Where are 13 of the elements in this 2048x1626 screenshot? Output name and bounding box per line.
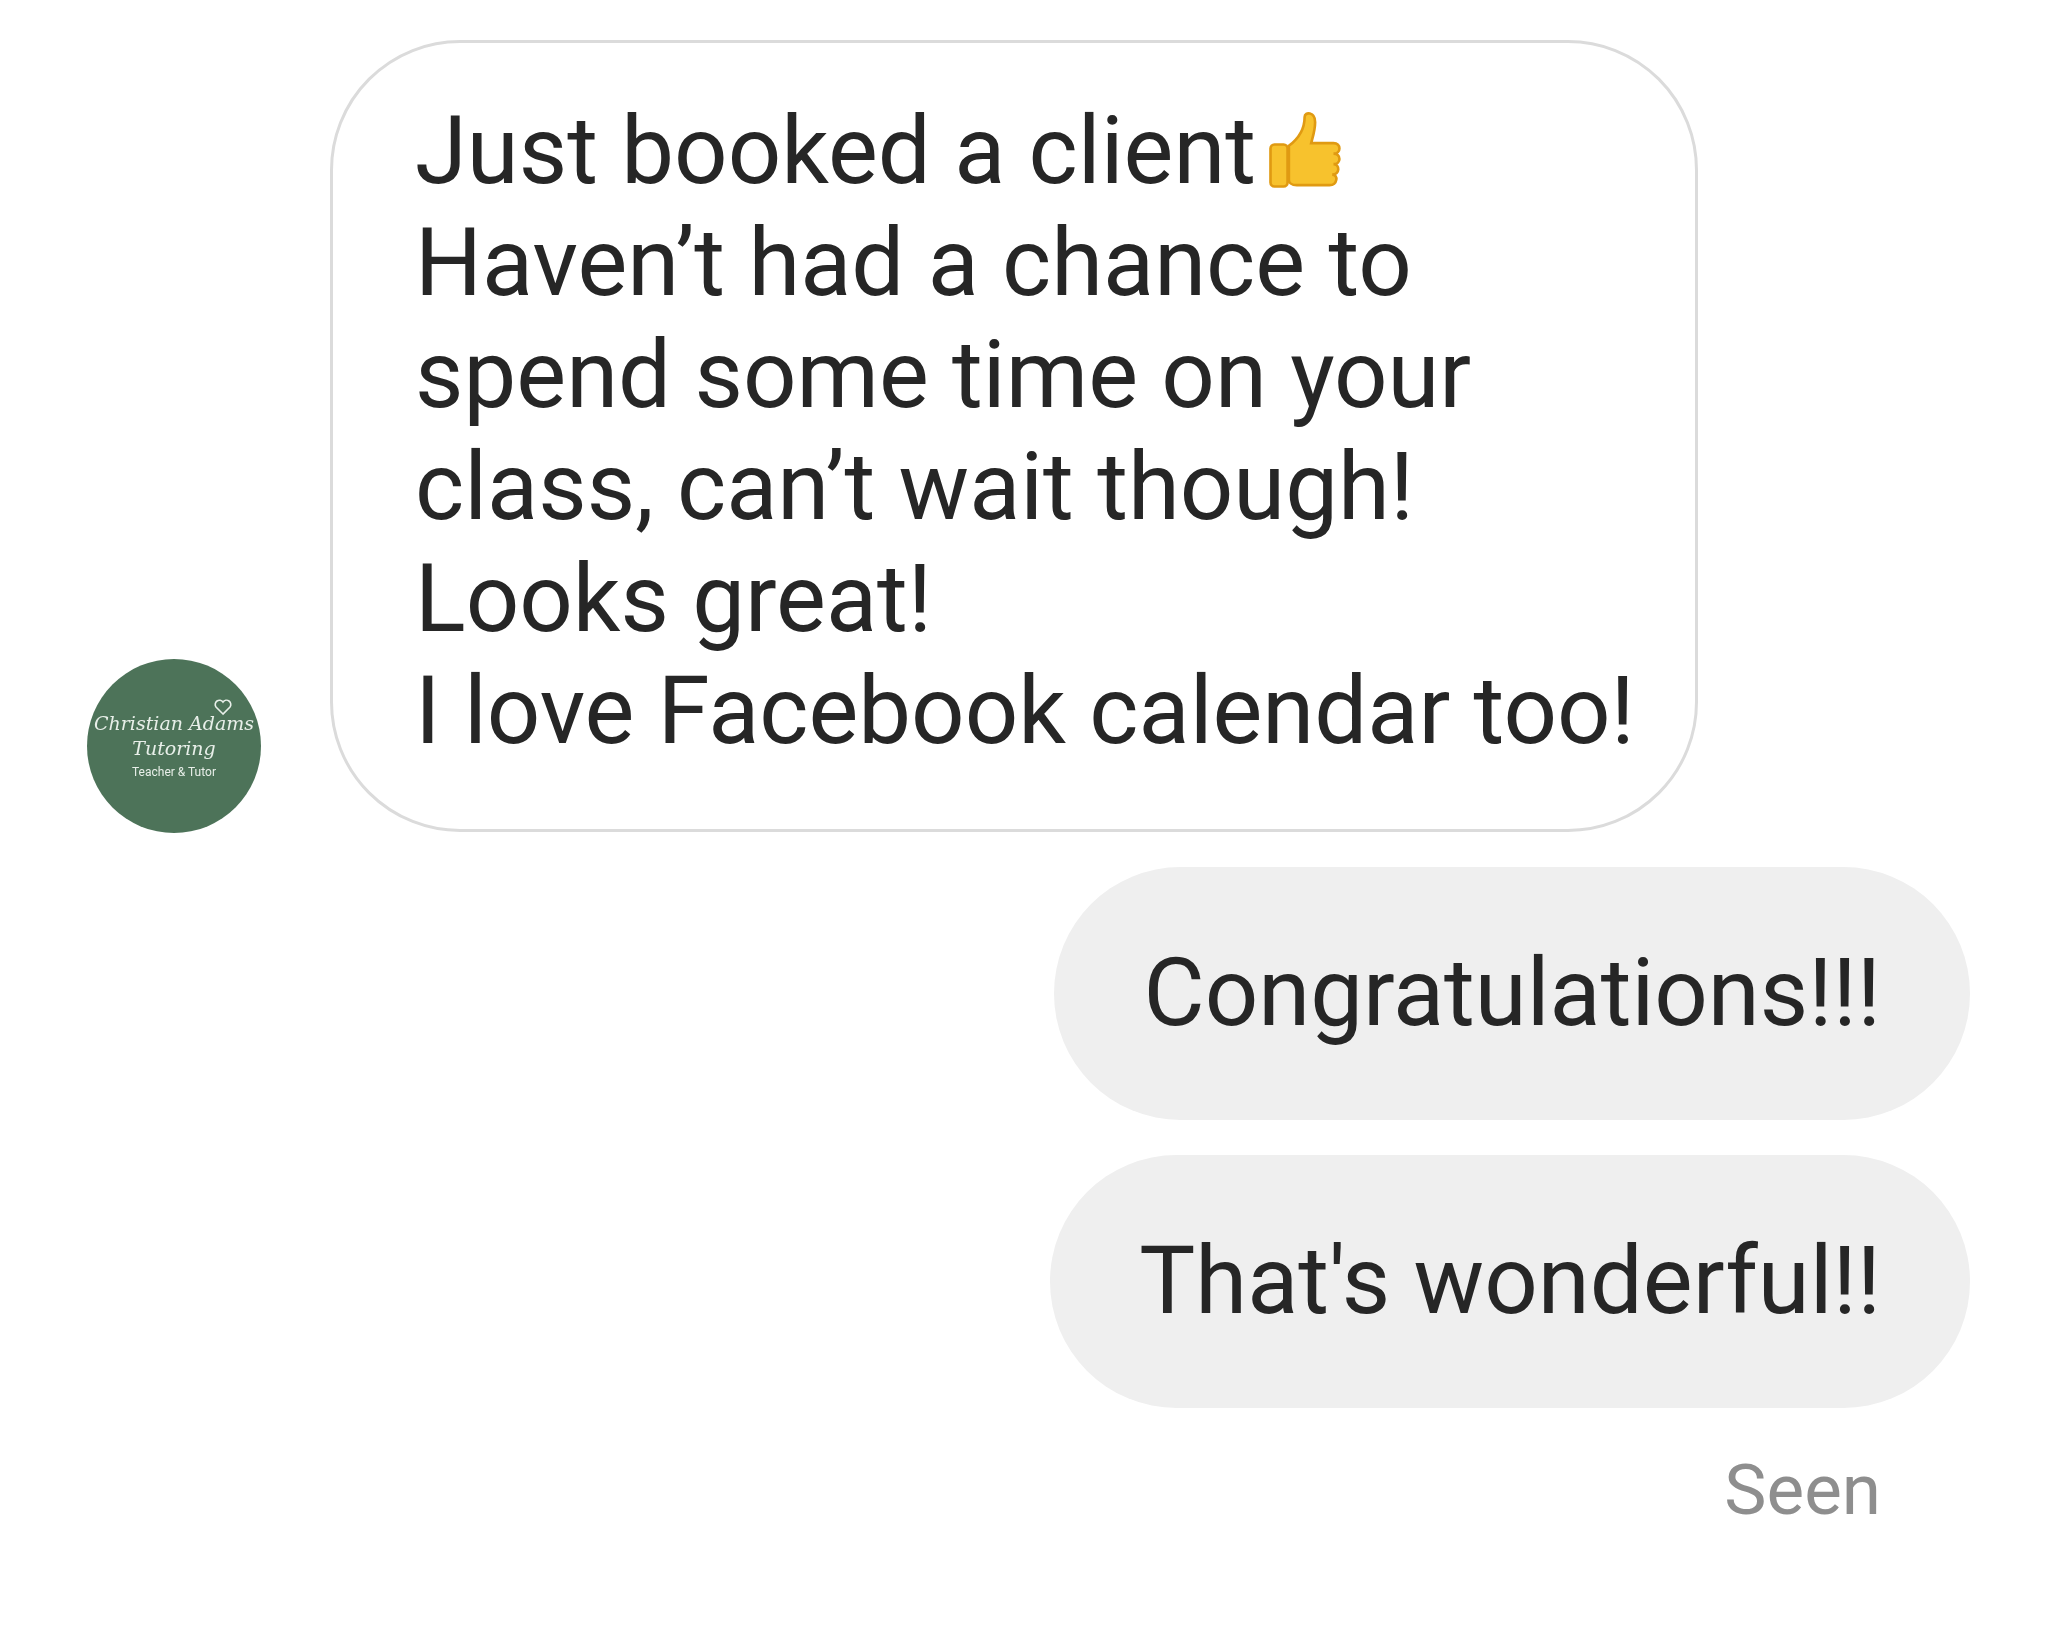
sent-message-bubble: That's wonderful!! bbox=[1050, 1155, 1970, 1408]
message-line: Just booked a client bbox=[415, 95, 1257, 207]
seen-status: Seen bbox=[1724, 1454, 1881, 1526]
logo-subtitle: Tutoring bbox=[132, 736, 216, 761]
message-line: I love Facebook calendar too! bbox=[415, 655, 1635, 767]
logo-tagline: Teacher & Tutor bbox=[132, 764, 216, 781]
heart-icon bbox=[213, 697, 233, 717]
message-line: class, can’t wait though! bbox=[415, 431, 1414, 543]
message-line: spend some time on your bbox=[415, 319, 1472, 431]
sent-message-bubble: Congratulations!!! bbox=[1054, 867, 1970, 1120]
logo-title: Christian Adams bbox=[94, 711, 254, 735]
message-line: Looks great! bbox=[415, 543, 933, 655]
message-line: Haven’t had a chance to bbox=[415, 207, 1412, 319]
